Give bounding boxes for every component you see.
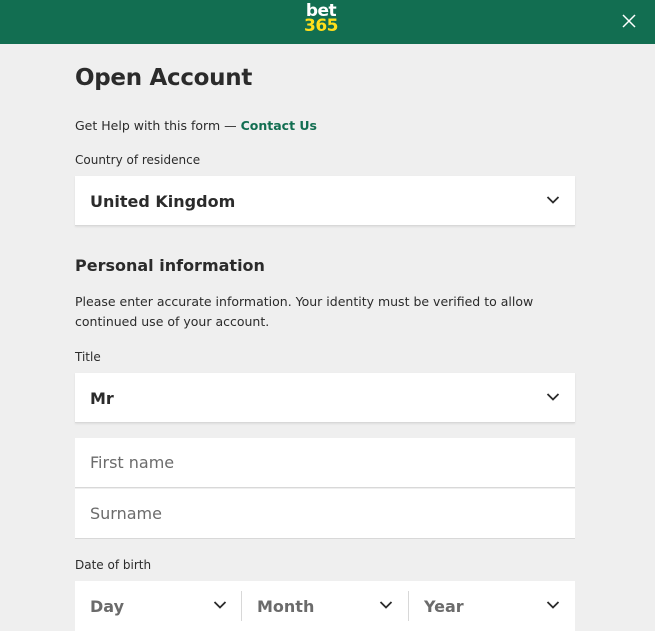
help-text: Get Help with this form — bbox=[75, 118, 241, 133]
dob-selects: Day Month Year bbox=[75, 581, 575, 631]
dob-month-select[interactable]: Month bbox=[242, 581, 408, 631]
bet365-logo: bet 365 bbox=[303, 3, 339, 36]
country-value: United Kingdom bbox=[90, 192, 236, 211]
help-line: Get Help with this form — Contact Us bbox=[75, 118, 317, 133]
dob-day-select[interactable]: Day bbox=[75, 581, 241, 631]
close-icon[interactable] bbox=[619, 11, 639, 31]
country-label: Country of residence bbox=[75, 153, 201, 167]
personal-info-heading: Personal information bbox=[75, 256, 265, 275]
page-title: Open Account bbox=[75, 65, 253, 91]
logo-line-2: 365 bbox=[304, 16, 339, 36]
header-bar: bet 365 bbox=[0, 0, 655, 44]
chevron-down-icon bbox=[546, 392, 560, 402]
title-value: Mr bbox=[90, 389, 114, 408]
contact-us-link[interactable]: Contact Us bbox=[241, 118, 317, 133]
dob-label: Date of birth bbox=[75, 558, 152, 572]
chevron-down-icon bbox=[213, 600, 227, 610]
country-select[interactable]: United Kingdom bbox=[75, 176, 575, 226]
dob-month-placeholder: Month bbox=[257, 597, 315, 616]
personal-info-intro: Please enter accurate information. Your … bbox=[75, 294, 534, 329]
chevron-down-icon bbox=[546, 195, 560, 205]
surname-input[interactable] bbox=[75, 489, 575, 539]
title-label: Title bbox=[75, 350, 101, 364]
dob-day-placeholder: Day bbox=[90, 597, 125, 616]
chevron-down-icon bbox=[379, 600, 393, 610]
dob-year-placeholder: Year bbox=[424, 597, 464, 616]
chevron-down-icon bbox=[546, 600, 560, 610]
dob-year-select[interactable]: Year bbox=[409, 581, 575, 631]
title-select[interactable]: Mr bbox=[75, 373, 575, 423]
first-name-input[interactable] bbox=[75, 438, 575, 488]
